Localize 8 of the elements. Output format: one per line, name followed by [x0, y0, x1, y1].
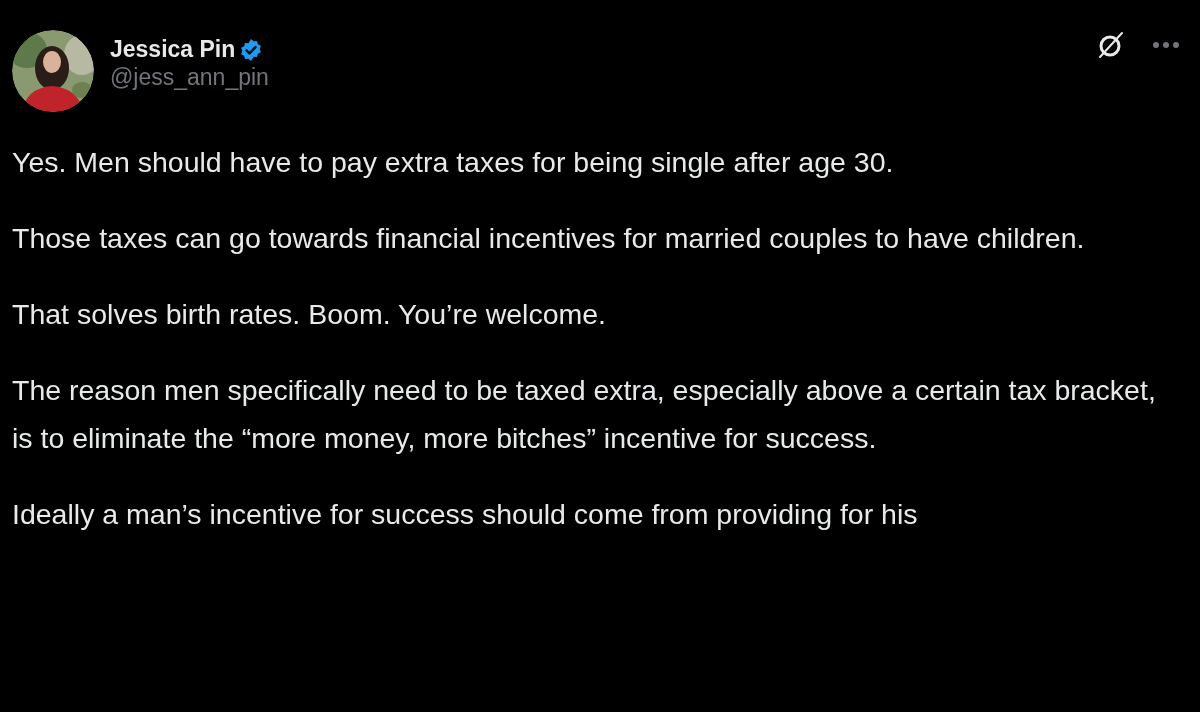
- post-paragraph: The reason men specifically need to be taxed extra, especially above a certain tax bracket, is to eliminate the “more money, more bitches” incentive for success.: [12, 373, 1157, 456]
- more-icon[interactable]: [1152, 41, 1180, 49]
- user-name[interactable]: Jessica Pin: [110, 36, 236, 64]
- user-handle[interactable]: @jess_ann_pin: [110, 64, 269, 92]
- post-paragraph: Yes. Men should have to pay extra taxes for being single after age 30.: [12, 145, 895, 180]
- post-paragraph: Those taxes can go towards financial incentives for married couples to have children.: [12, 221, 1086, 256]
- post-paragraph: Ideally a man’s incentive for success should come from providing for his: [12, 497, 919, 532]
- post-paragraph: That solves birth rates. Boom. You’re welcome.: [12, 297, 608, 332]
